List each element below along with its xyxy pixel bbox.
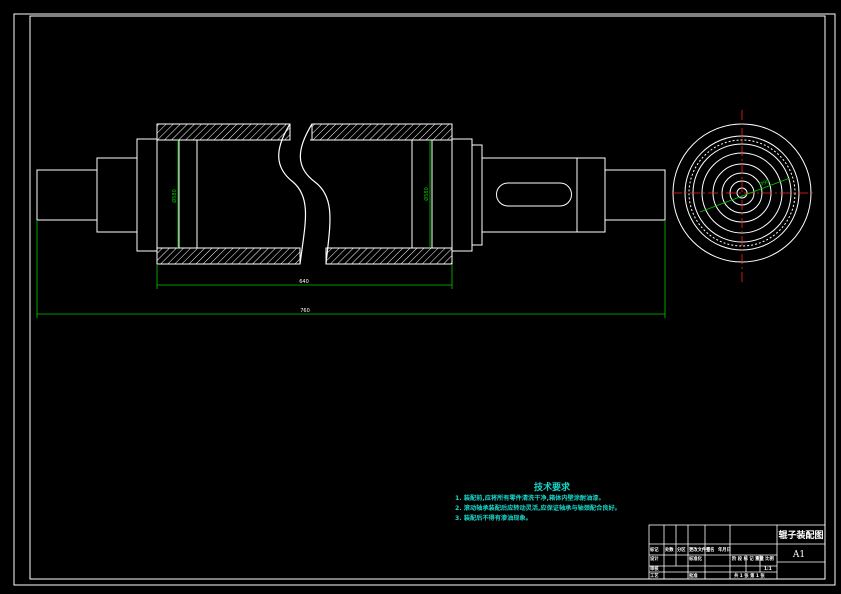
tb-process-label: 工艺: [650, 572, 659, 579]
dimension-lines: [36, 140, 666, 318]
break-lines: [278, 123, 331, 265]
tb-row-label-1: 处数: [664, 546, 674, 553]
tech-req-line-3: 3. 装配后不得有渗油现象。: [455, 514, 532, 522]
dim-diameter-right: Ø580: [423, 187, 430, 200]
dim-length-inner: 640: [299, 279, 309, 285]
tb-scale: 1:1: [764, 566, 772, 572]
cad-drawing-canvas: Ø580 Ø580 640 760 Ø90 技术要求 1. 装配前,应将所有零件…: [13, 13, 836, 586]
roller-shell-hatch: [156, 123, 453, 265]
roller-side-view: [36, 138, 666, 252]
dim-diameter-left: Ø580: [171, 189, 178, 202]
roller-end-view: [672, 110, 815, 283]
tb-row-label-2: 分区: [677, 546, 686, 553]
tb-stage-labels: 阶 段 标 记 重量 比例: [732, 555, 775, 562]
technical-requirements: 技术要求 1. 装配前,应将所有零件清洗干净,箱体内壁涂耐油漆。 2. 滚动轴承…: [455, 481, 621, 522]
tb-standard-label: 标准化: [688, 555, 703, 562]
tb-row-label-5: 年月日: [718, 546, 731, 553]
tech-req-line-2: 2. 滚动轴承装配后应转动灵活,应保证轴承与轴颈配合良好。: [455, 504, 621, 512]
tech-req-line-1: 1. 装配前,应将所有零件清洗干净,箱体内壁涂耐油漆。: [455, 494, 605, 502]
tb-check-label: 审核: [650, 565, 659, 572]
tb-row-label-0: 标记: [649, 546, 659, 553]
tb-sheet-size: A1: [792, 550, 805, 560]
tb-drawing-title: 辊子装配图: [778, 529, 823, 541]
tb-sheet-info: 共 1 张 第 1 张: [734, 572, 765, 579]
inner-border: [29, 15, 826, 580]
tb-designer-label: 设计: [650, 555, 659, 562]
tb-row-label-4: 签名: [705, 546, 715, 553]
tb-approve-label: 批准: [689, 572, 698, 579]
tech-req-title: 技术要求: [534, 481, 571, 493]
outer-border: [13, 13, 836, 586]
dim-length-overall: 760: [300, 308, 310, 314]
